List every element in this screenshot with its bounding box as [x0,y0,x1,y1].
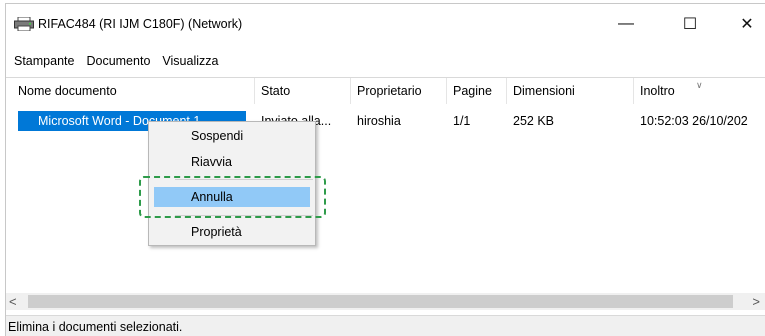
column-header-dimensioni[interactable]: Dimensioni [507,78,634,104]
column-header-nome-documento[interactable]: Nome documento [12,78,255,104]
focus-highlight-outline [139,176,326,218]
minimize-button[interactable]: — [611,12,641,36]
status-text: Elimina i documenti selezionati. [8,320,183,334]
column-header-proprietario[interactable]: Proprietario [351,78,447,104]
window-title: RIFAC484 (RI IJM C180F) (Network) [38,17,243,31]
document-submitted-cell: 10:52:03 26/10/202 [640,114,748,128]
print-queue-window: RIFAC484 (RI IJM C180F) (Network) — ☐ ✕ … [5,3,765,336]
scroll-right-icon[interactable]: > [752,294,760,309]
close-button[interactable]: ✕ [732,12,762,36]
title-bar[interactable]: RIFAC484 (RI IJM C180F) (Network) — ☐ ✕ [6,4,765,44]
column-header-pagine[interactable]: Pagine [447,78,507,104]
maximize-button[interactable]: ☐ [675,12,705,36]
context-menu-item-riavvia[interactable]: Riavvia [149,152,315,172]
scroll-left-icon[interactable]: < [9,294,17,309]
table-row[interactable]: Microsoft Word - Document 1 Inviato alla… [6,111,765,131]
document-pages-cell: 1/1 [453,114,471,128]
column-header-stato[interactable]: Stato [255,78,351,104]
horizontal-scrollbar[interactable]: < > [6,293,765,310]
menu-stampante[interactable]: Stampante [6,51,80,71]
menu-bar: Stampante Documento Visualizza [6,51,224,71]
printer-icon [14,17,34,31]
document-size-cell: 252 KB [513,114,555,128]
sort-chevron-icon: ∨ [696,80,703,90]
menu-visualizza[interactable]: Visualizza [156,51,224,71]
menu-documento[interactable]: Documento [80,51,156,71]
context-menu-item-proprieta[interactable]: Proprietà [149,222,315,242]
document-list[interactable]: Nome documento Stato Proprietario Pagine… [6,77,765,307]
status-bar: Elimina i documenti selezionati. [6,315,765,336]
document-owner-cell: hiroshia [357,114,401,128]
context-menu-item-sospendi[interactable]: Sospendi [149,126,315,146]
scrollbar-thumb[interactable] [28,295,733,308]
